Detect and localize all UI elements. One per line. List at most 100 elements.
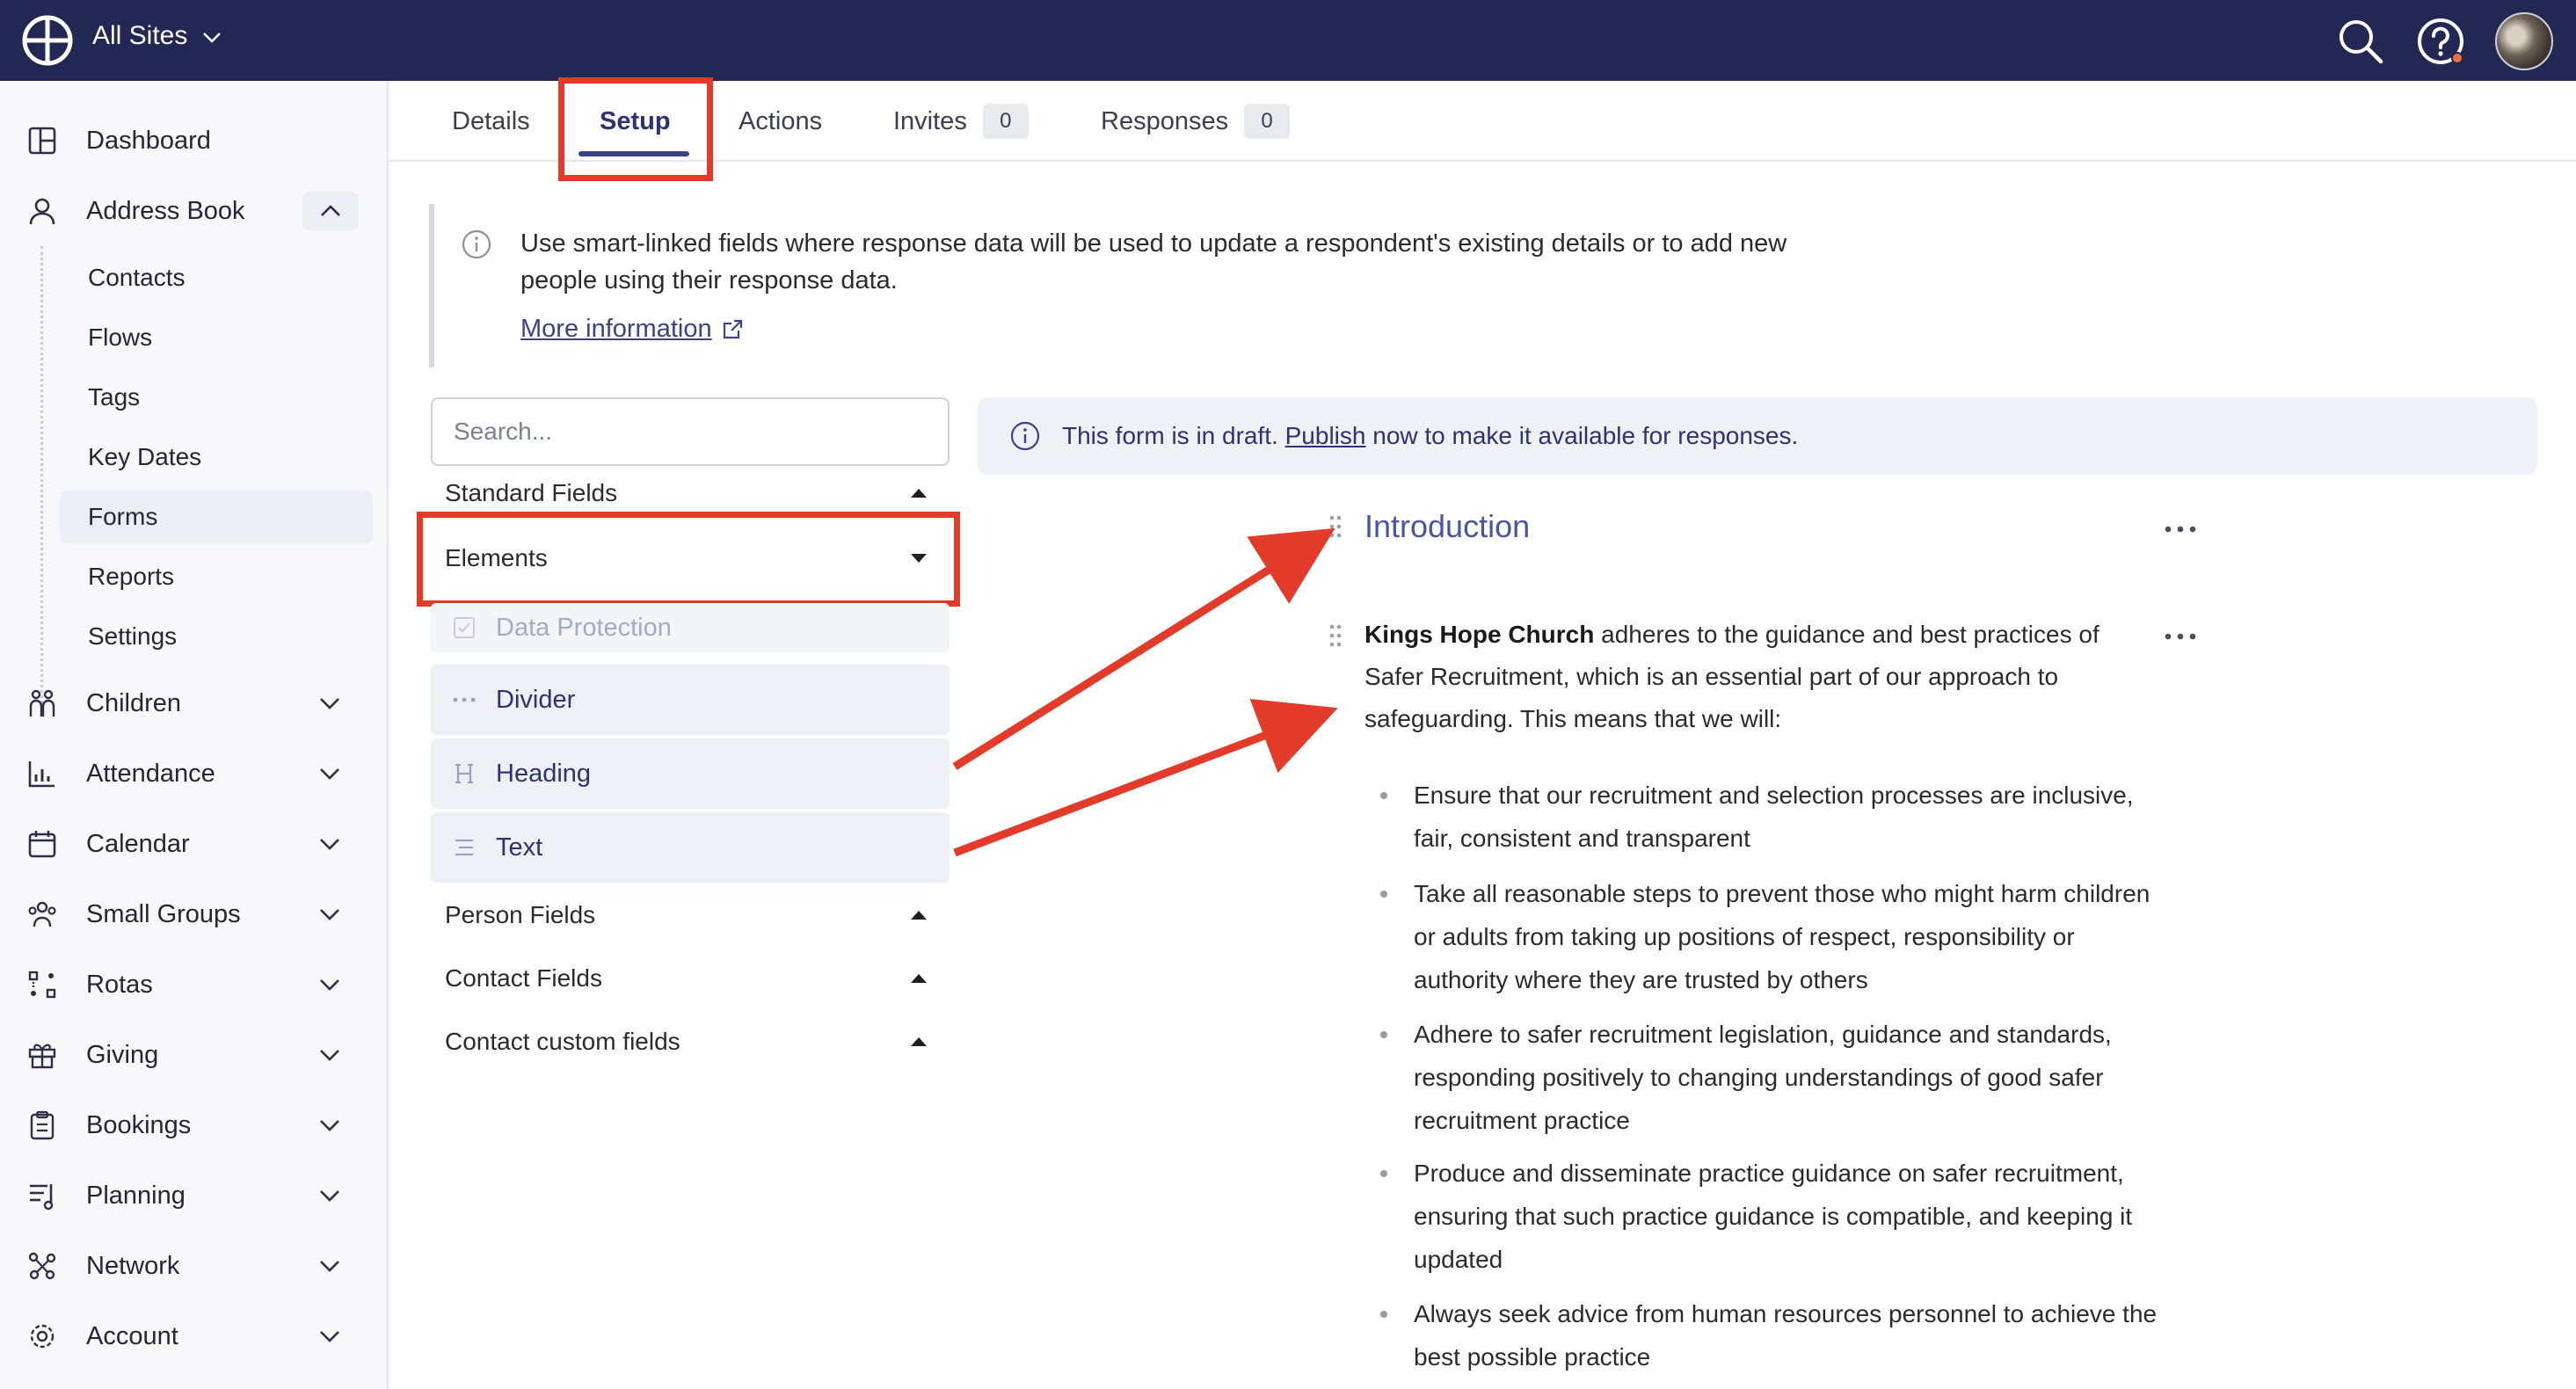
list-item-text: Always seek advice from human resources … — [1414, 1300, 2158, 1371]
more-options-icon[interactable] — [2163, 524, 2198, 535]
section-person-fields[interactable]: Person Fields — [445, 895, 937, 935]
banner-text-start: This form is in draft. — [1062, 422, 1278, 449]
sidebar-subitem-key-dates[interactable]: Key Dates — [60, 431, 373, 484]
count-badge: 0 — [982, 104, 1029, 139]
sidebar-item-label: Dashboard — [86, 126, 211, 155]
sidebar-subitem-reports[interactable]: Reports — [60, 550, 373, 603]
arrow-heading-to-introduction — [952, 527, 1335, 770]
bullet-dot — [1380, 1311, 1387, 1318]
help-button[interactable] — [2416, 17, 2465, 66]
sidebar-item-rotas[interactable]: Rotas — [0, 958, 389, 1011]
sidebar-item-label: Calendar — [86, 829, 190, 858]
sidebar-item-label: Bookings — [86, 1110, 192, 1139]
bullet-dot — [1380, 1031, 1387, 1038]
sidebar-subitem-flows[interactable]: Flows — [60, 311, 373, 364]
ellipsis-icon — [448, 696, 480, 703]
sidebar-item-bookings[interactable]: Bookings — [0, 1099, 389, 1152]
calendar-icon — [26, 828, 58, 860]
subitem-label: Contacts — [88, 264, 186, 291]
annotation-highlight-elements — [417, 512, 960, 607]
chevron-up-icon — [321, 205, 340, 216]
chart-icon — [26, 758, 58, 789]
form-text-block[interactable]: Kings Hope Church adheres to the guidanc… — [1364, 614, 2156, 740]
sidebar-item-attendance[interactable]: Attendance — [0, 747, 389, 800]
drag-handle-icon[interactable] — [1328, 513, 1343, 540]
collapse-button[interactable] — [302, 192, 359, 230]
section-contact-custom-fields[interactable]: Contact custom fields — [445, 1022, 937, 1062]
sidebar-subitem-forms[interactable]: Forms — [60, 491, 373, 543]
subitem-label: Forms — [88, 503, 158, 530]
sidebar-subitem-contacts[interactable]: Contacts — [60, 251, 373, 304]
tab-invites[interactable]: Invites 0 — [893, 81, 1029, 162]
element-data-protection: Data Protection — [431, 603, 950, 652]
chevron-down-icon — [315, 1181, 345, 1211]
bullet-dot — [1380, 891, 1387, 898]
section-label: Person Fields — [445, 901, 596, 928]
tab-bar: Details Setup Actions Invites 0 Responses… — [389, 81, 2576, 162]
sidebar-item-network[interactable]: Network — [0, 1240, 389, 1292]
arrow-text-to-body — [953, 699, 1338, 857]
sidebar-item-label: Attendance — [86, 759, 215, 788]
info-icon — [1010, 421, 1040, 451]
site-selector[interactable]: All Sites — [92, 21, 222, 51]
section-label: Contact Fields — [445, 964, 602, 992]
subnav-guide — [40, 246, 43, 703]
sidebar-item-address-book[interactable]: Address Book — [0, 185, 389, 237]
sidebar-item-label: Account — [86, 1321, 178, 1350]
subitem-label: Tags — [88, 383, 141, 411]
sidebar-item-label: Rotas — [86, 970, 153, 999]
rotas-icon — [26, 969, 58, 1000]
section-contact-fields[interactable]: Contact Fields — [445, 958, 937, 999]
drag-handle-icon[interactable] — [1328, 622, 1343, 649]
sidebar-item-planning[interactable]: Planning — [0, 1169, 389, 1222]
subitem-label: Settings — [88, 622, 178, 650]
sidebar-item-dashboard[interactable]: Dashboard — [0, 114, 389, 167]
chevron-down-icon — [315, 829, 345, 859]
info-note: Use smart-linked fields where response d… — [429, 204, 1853, 367]
element-label: Text — [496, 833, 543, 862]
tab-details[interactable]: Details — [452, 81, 530, 162]
element-label: Data Protection — [496, 613, 672, 642]
publish-link[interactable]: Publish — [1285, 422, 1366, 449]
sidebar-item-label: Giving — [86, 1040, 159, 1069]
tab-label: Responses — [1101, 106, 1229, 135]
sidebar-item-label: Network — [86, 1251, 180, 1280]
subitem-label: Flows — [88, 324, 153, 351]
section-label: Contact custom fields — [445, 1028, 680, 1055]
search-icon[interactable] — [2335, 16, 2386, 67]
clipboard-icon — [26, 1109, 58, 1141]
sidebar-item-giving[interactable]: Giving — [0, 1029, 389, 1081]
draft-banner-text: This form is in draft. Publish now to ma… — [1062, 422, 1798, 450]
sidebar-subitem-settings[interactable]: Settings — [60, 610, 373, 663]
element-text[interactable]: Text — [431, 812, 950, 883]
sidebar-item-small-groups[interactable]: Small Groups — [0, 888, 389, 941]
more-options-icon[interactable] — [2163, 631, 2198, 642]
element-heading[interactable]: Heading — [431, 738, 950, 809]
sidebar-item-children[interactable]: Children — [0, 677, 389, 730]
tab-actions[interactable]: Actions — [739, 81, 822, 162]
section-standard-fields[interactable]: Standard Fields — [445, 473, 937, 513]
element-divider[interactable]: Divider — [431, 665, 950, 735]
sidebar-item-calendar[interactable]: Calendar — [0, 818, 389, 870]
draft-banner: This form is in draft. Publish now to ma… — [978, 397, 2537, 475]
list-item: Always seek advice from human resources … — [1364, 1292, 2173, 1378]
bullet-dot — [1380, 792, 1387, 799]
sidebar-item-label: Children — [86, 688, 181, 717]
more-information-link[interactable]: More information — [520, 315, 744, 344]
text-lines-icon — [448, 838, 480, 857]
sidebar-item-label: Small Groups — [86, 899, 241, 928]
tab-responses[interactable]: Responses 0 — [1101, 81, 1291, 162]
caret-up-icon — [911, 1037, 927, 1046]
list-item: Produce and disseminate practice guidanc… — [1364, 1152, 2173, 1281]
sidebar-item-account[interactable]: Account — [0, 1310, 389, 1363]
groups-icon — [26, 898, 58, 930]
avatar[interactable] — [2495, 12, 2553, 70]
field-search-input[interactable] — [431, 397, 950, 466]
sidebar-subitem-tags[interactable]: Tags — [60, 371, 373, 424]
gift-icon — [26, 1039, 58, 1071]
form-heading-introduction[interactable]: Introduction — [1364, 508, 1530, 545]
heading-icon — [448, 762, 480, 785]
list-item: Take all reasonable steps to prevent tho… — [1364, 872, 2173, 1001]
app-logo-icon[interactable] — [21, 14, 74, 67]
chevron-down-icon — [315, 1251, 345, 1281]
